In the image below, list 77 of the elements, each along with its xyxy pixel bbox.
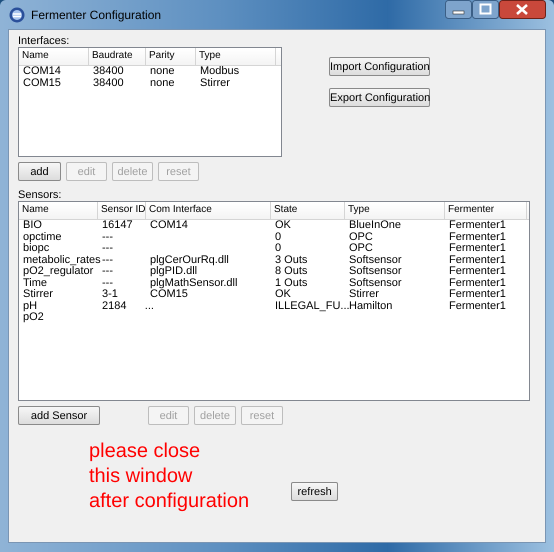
table-cell: plgPID.dll xyxy=(150,265,198,277)
list-button[interactable]: add xyxy=(18,162,61,181)
column-header[interactable]: Type xyxy=(196,48,276,65)
window-title: Fermenter Configuration xyxy=(31,8,162,22)
table-cell: COM15 xyxy=(23,76,61,88)
table-cell: Fermenter1 xyxy=(449,265,506,277)
table-cell: BlueInOne xyxy=(349,219,401,231)
table-cell: --- xyxy=(102,242,113,254)
table-cell: OPC xyxy=(349,230,373,242)
table-cell: plgCerOurRq.dll xyxy=(150,254,229,266)
table-cell: pO2 xyxy=(23,311,44,323)
table-cell: opctime xyxy=(23,230,62,242)
table-cell: ILLEGAL_FU... xyxy=(275,300,350,312)
maximize-icon[interactable] xyxy=(472,0,499,19)
table-cell: 38400 xyxy=(93,76,124,88)
column-header[interactable]: Parity xyxy=(146,48,196,65)
column-header[interactable]: Sensor ID xyxy=(98,202,146,219)
table-cell: --- xyxy=(102,230,113,242)
column-header[interactable]: Name xyxy=(19,202,98,219)
table-cell: COM14 xyxy=(23,65,61,77)
column-header[interactable]: Fermenter xyxy=(445,202,527,219)
table-cell: 3 Outs xyxy=(275,254,308,266)
table-cell: Stirrer xyxy=(200,76,230,88)
table-cell: Fermenter1 xyxy=(449,219,506,231)
table-cell: 8 Outs xyxy=(275,265,308,277)
configuration-button[interactable]: Export Configuration xyxy=(329,88,430,107)
table-cell: 0 xyxy=(275,230,282,242)
section-label: Interfaces: xyxy=(18,35,70,47)
column-header[interactable]: Name xyxy=(19,48,89,65)
table-cell: Time xyxy=(23,276,48,288)
table-cell: COM14 xyxy=(150,219,188,231)
table-cell: Hamilton xyxy=(349,300,392,312)
table-cell: none xyxy=(150,65,174,77)
table-cell: Fermenter1 xyxy=(449,288,506,300)
table-cell: 0 xyxy=(275,242,282,254)
table-cell: Modbus xyxy=(200,65,240,77)
refresh-button[interactable]: refresh xyxy=(291,482,338,501)
table-cell: --- xyxy=(102,265,113,277)
table-cell: --- xyxy=(102,276,113,288)
table-cell: Fermenter1 xyxy=(449,254,506,266)
column-header[interactable]: State xyxy=(271,202,345,219)
table-cell: none xyxy=(150,76,174,88)
close-icon[interactable] xyxy=(499,0,546,19)
table-cell: 2184 ... xyxy=(102,300,154,312)
table-cell: 16147 xyxy=(102,219,133,231)
table-cell: 1 Outs xyxy=(275,276,308,288)
table-cell: Fermenter1 xyxy=(449,300,506,312)
table-cell: BIO xyxy=(23,219,42,231)
column-header[interactable]: Com Interface xyxy=(146,202,271,219)
table-cell: pH xyxy=(23,300,38,312)
table-cell: Stirrer xyxy=(349,288,379,300)
app-icon xyxy=(9,6,25,22)
table-cell: pO2_regulator xyxy=(23,265,94,277)
table-cell: Fermenter1 xyxy=(449,230,506,242)
table-cell: Softsensor xyxy=(349,265,402,277)
table-cell: Softsensor xyxy=(349,254,402,266)
table-cell: Softsensor xyxy=(349,276,402,288)
list-button[interactable]: add Sensor xyxy=(18,406,100,425)
table-cell: OK xyxy=(275,219,291,231)
table-cell: --- xyxy=(102,254,113,266)
table-cell: 3-1 xyxy=(102,288,118,300)
instruction-text: please close this window after configuration xyxy=(89,439,250,514)
table-cell: plgMathSensor.dll xyxy=(150,276,238,288)
table-cell: 38400 xyxy=(93,65,124,77)
table-cell: OPC xyxy=(349,242,373,254)
column-header[interactable]: Type xyxy=(345,202,445,219)
table-cell: Fermenter1 xyxy=(449,276,506,288)
table-cell: COM15 xyxy=(150,288,188,300)
minimize-icon[interactable] xyxy=(445,0,472,19)
table-cell: metabolic_rates xyxy=(23,254,101,266)
table-cell: OK xyxy=(275,288,291,300)
table-cell: Stirrer xyxy=(23,288,53,300)
table-cell: Fermenter1 xyxy=(449,242,506,254)
table-cell: biopc xyxy=(23,242,50,254)
section-label: Sensors: xyxy=(18,189,62,201)
column-header[interactable]: Baudrate xyxy=(89,48,146,65)
configuration-button[interactable]: Import Configuration xyxy=(329,57,430,76)
